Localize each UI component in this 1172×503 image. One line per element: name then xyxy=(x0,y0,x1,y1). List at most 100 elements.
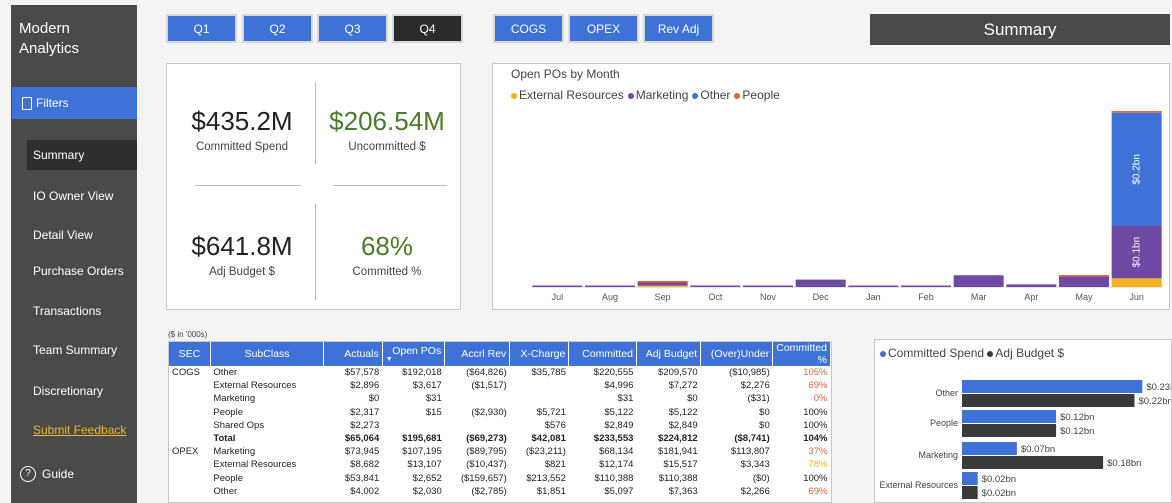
guide-label: Guide xyxy=(42,467,75,481)
cell-subclass: Other xyxy=(213,485,238,497)
table-cell: $5,721 xyxy=(536,406,566,418)
hbar-adj-budget[interactable] xyxy=(962,424,1057,437)
table-row[interactable]: Marketing $0 $31 $31 $0 ($31) 0% xyxy=(169,392,831,405)
category-button-rev-adj[interactable]: Rev Adj xyxy=(643,14,714,43)
submit-feedback-link[interactable]: Submit Feedback xyxy=(27,415,137,445)
filters-button[interactable]: Filters xyxy=(12,87,137,119)
table-cell: ($10,985) xyxy=(729,367,770,379)
cell-subclass: External Resources xyxy=(213,380,297,392)
bar-value-label: $0.12bn xyxy=(1060,426,1094,437)
category-button-cogs[interactable]: COGS xyxy=(493,14,564,43)
nav-item-summary[interactable]: Summary xyxy=(27,140,137,170)
cell-sec: COGS xyxy=(172,367,200,379)
bar-segment-marketing[interactable] xyxy=(1006,284,1057,287)
x-tick-label: Mar xyxy=(971,292,987,302)
bar-segment-marketing[interactable] xyxy=(1059,276,1109,287)
table-cell: $31 xyxy=(617,393,634,405)
table-body: COGS Other $57,578 $192,018 ($64,826) $35,785… xyxy=(169,366,831,498)
nav-item-purchase-orders[interactable]: Purchase Orders xyxy=(27,256,137,286)
brand-title: Modern Analytics xyxy=(19,19,79,59)
x-tick-label: Dec xyxy=(813,292,830,302)
hbar-committed-spend[interactable] xyxy=(962,442,1017,455)
quarter-button-q4[interactable]: Q4 xyxy=(392,14,463,43)
quarter-button-q3[interactable]: Q3 xyxy=(317,14,388,43)
open-pos-chart: Jul Aug Sep Oct Nov Dec Jan Feb Mar Apr May $0.1bn $… xyxy=(531,110,1163,302)
quarter-button-q2[interactable]: Q2 xyxy=(242,14,313,43)
bar-segment-marketing[interactable] xyxy=(585,285,635,288)
bar-segment-people[interactable] xyxy=(637,280,688,283)
committed-vs-budget-panel: Committed Spend Adj Budget $ Other$0.23b… xyxy=(874,339,1172,503)
table-cell: ($1,517) xyxy=(471,380,507,392)
cell-sec: OPEX xyxy=(172,446,199,458)
table-row[interactable]: External Resources $8,682 $13,107 ($10,437)… xyxy=(169,458,831,471)
guide-button[interactable]: ? Guide xyxy=(20,466,74,482)
table-cell xyxy=(510,379,569,392)
x-tick-label: Jul xyxy=(552,292,564,302)
brand-line-2: Analytics xyxy=(19,40,80,57)
table-row[interactable]: COGS Other $57,578 $192,018 ($64,826) $35,785… xyxy=(169,366,831,379)
table-cell: $5,122 xyxy=(604,406,634,418)
hbar-committed-spend[interactable] xyxy=(962,472,978,485)
table-cell: $4,996 xyxy=(604,380,634,392)
table-row[interactable]: Other $4,002 $2,030 ($2,785) $1,851 $5,097 $7,… xyxy=(169,485,831,498)
hbar-adj-budget[interactable] xyxy=(962,456,1104,469)
table-cell: ($31) xyxy=(747,393,770,405)
bar-segment-marketing[interactable] xyxy=(532,285,583,288)
bookmark-icon xyxy=(22,96,32,110)
column-header-open-pos[interactable]: Open POs ▼ xyxy=(382,342,446,366)
column-header-actuals[interactable]: Actuals xyxy=(323,342,383,366)
table-row[interactable]: People $2,317 $15 ($2,930) $5,721 $5,122 $5,12… xyxy=(169,406,831,419)
table-cell: $0 xyxy=(759,406,770,418)
column-header-sec[interactable]: SEC xyxy=(169,342,211,366)
table-cell: $2,849 xyxy=(604,419,634,431)
column-header-over-under[interactable]: (Over)Under xyxy=(700,342,774,366)
cell-sec xyxy=(169,392,210,405)
table-row[interactable]: External Resources $2,896 $3,617 ($1,517) $4… xyxy=(169,379,831,392)
column-header-committed[interactable]: Committed xyxy=(568,342,637,366)
table-row[interactable]: OPEX Marketing $73,945 $107,195 ($89,795) ($2… xyxy=(169,445,831,458)
bar-segment-marketing[interactable] xyxy=(743,285,793,288)
bar-segment-marketing[interactable] xyxy=(795,279,846,287)
hbar-committed-spend[interactable] xyxy=(962,410,1057,423)
column-header-adj-budget[interactable]: Adj Budget xyxy=(636,342,702,366)
table-row[interactable]: People $53,841 $2,652 ($159,657) $213,552 $11… xyxy=(169,472,831,485)
nav-item-discretionary[interactable]: Discretionary xyxy=(27,376,137,406)
cell-sec xyxy=(169,419,210,432)
quarter-button-q1[interactable]: Q1 xyxy=(166,14,237,43)
bar-segment-external-resources[interactable] xyxy=(1111,278,1162,287)
bar-segment-people[interactable] xyxy=(1111,110,1162,113)
bar-segment-marketing[interactable] xyxy=(690,285,741,288)
bar-segment-marketing[interactable] xyxy=(901,285,951,288)
nav-item-io-owner-view[interactable]: IO Owner View xyxy=(27,181,137,211)
cell-committed-pct: 37% xyxy=(808,446,828,458)
table-cell: $4,002 xyxy=(350,485,380,497)
hbar-committed-spend[interactable] xyxy=(962,380,1143,393)
kpi-uncommitted: $206.54M Uncommitted $ xyxy=(317,106,457,153)
table-total-row[interactable]: Total $65,064 $195,681 ($69,273) $42,081 $233… xyxy=(169,432,831,445)
bar-segment-people[interactable] xyxy=(1059,275,1109,277)
nav-item-team-summary[interactable]: Team Summary xyxy=(27,335,137,365)
table-row[interactable]: Shared Ops $2,273 $576 $2,849 $2,849 $0 100% xyxy=(169,419,831,432)
x-tick-label: Jan xyxy=(866,292,881,302)
bar-segment-marketing[interactable] xyxy=(848,285,899,288)
table-cell: $110,388 xyxy=(594,472,634,484)
bar-segment-marketing[interactable] xyxy=(953,275,1004,287)
bar-value-label: $0.07bn xyxy=(1021,444,1055,455)
hbar-adj-budget[interactable] xyxy=(962,394,1135,407)
nav-item-transactions[interactable]: Transactions xyxy=(27,296,137,326)
bar-segment-marketing[interactable] xyxy=(637,282,688,286)
column-header-committed-pct[interactable]: Committed % xyxy=(772,342,831,366)
x-tick-label: Oct xyxy=(708,292,723,302)
kpi-value: $206.54M xyxy=(329,106,445,136)
column-header-accrl-rev[interactable]: Accrl Rev xyxy=(444,342,511,366)
nav-item-detail-view[interactable]: Detail View xyxy=(27,220,137,250)
column-header-x-charge[interactable]: X-Charge xyxy=(509,342,570,366)
column-header-subclass[interactable]: SubClass xyxy=(210,342,325,366)
table-header-row: SEC SubClass Actuals Open POs ▼ Accrl Rev… xyxy=(169,342,831,366)
cell-sec xyxy=(169,458,210,471)
category-button-opex[interactable]: OPEX xyxy=(568,14,639,43)
bar-segment-external-resources[interactable] xyxy=(637,285,688,288)
table-cell xyxy=(445,392,510,405)
hbar-adj-budget[interactable] xyxy=(962,486,978,499)
divider xyxy=(315,204,316,300)
